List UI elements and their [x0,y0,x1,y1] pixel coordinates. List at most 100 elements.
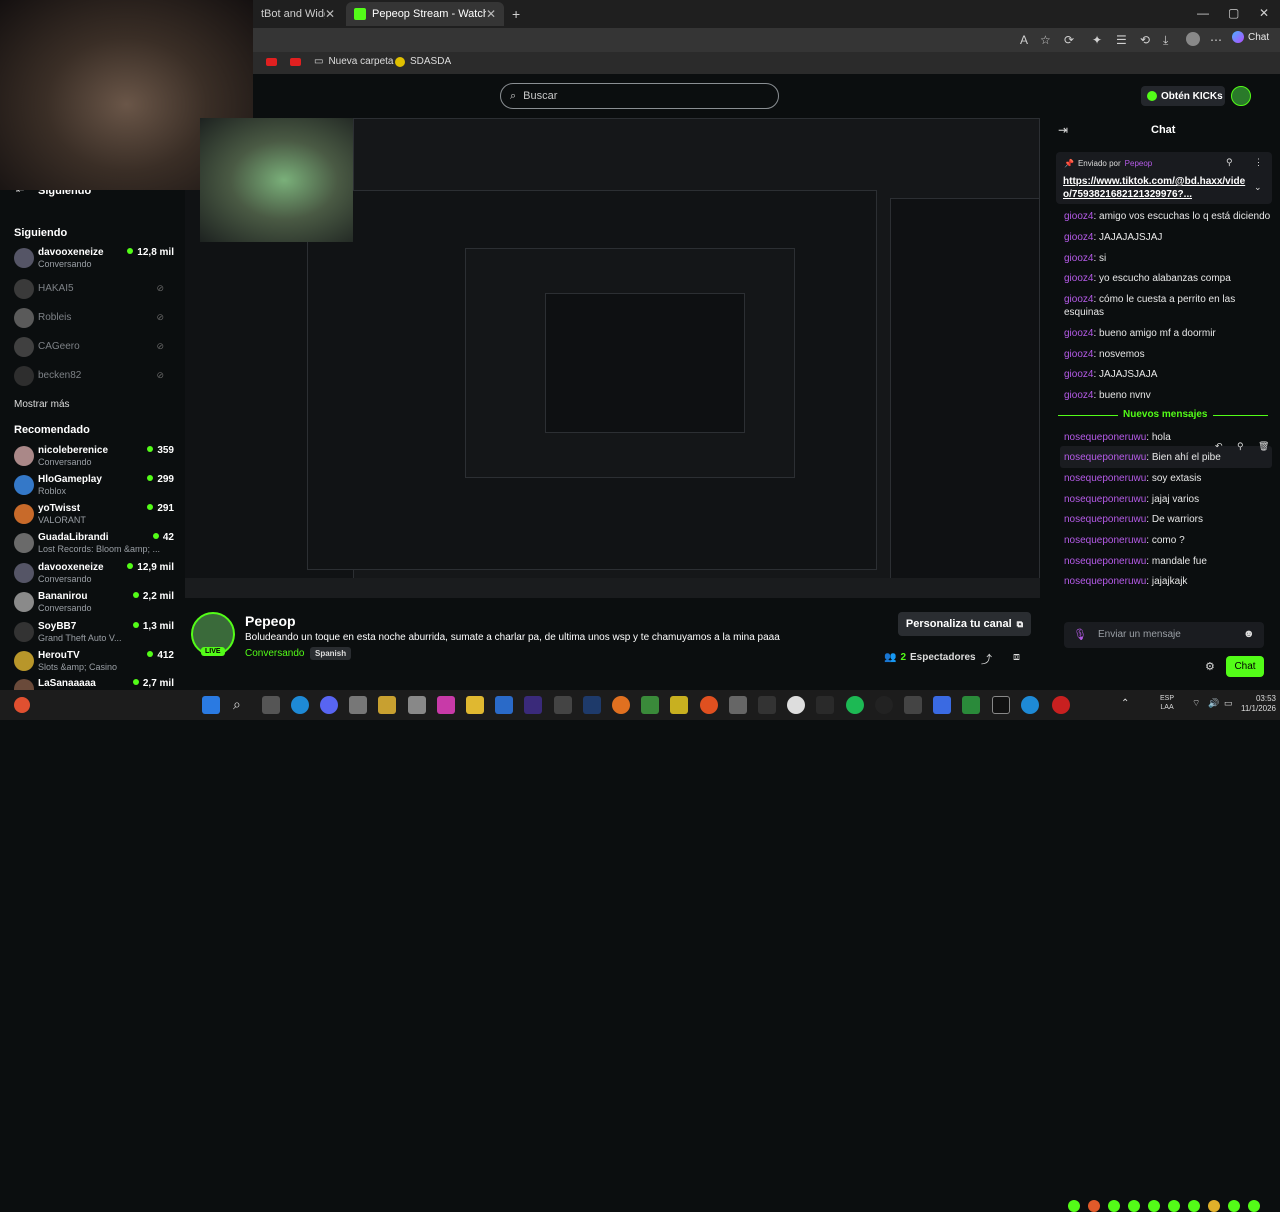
animate-icon[interactable] [524,696,542,714]
sidebar-channel-davooxeneize[interactable]: davooxeneize Conversando 12,8 mil [14,245,174,271]
app-icon[interactable] [1052,696,1070,714]
app-icon[interactable] [816,696,834,714]
spotify-icon[interactable] [846,696,864,714]
app-icon[interactable] [962,696,980,714]
file-explorer-icon[interactable] [466,696,484,714]
app-icon[interactable] [758,696,776,714]
share-icon[interactable]: ⤴ [981,651,992,667]
reply-icon[interactable]: ↶ [1215,441,1223,452]
send-chat-button[interactable]: Chat [1226,656,1264,677]
emote-icon[interactable] [1128,1200,1140,1212]
sidebar-channel-cageero[interactable]: CAGeero ⊘ [14,334,174,360]
app-icon[interactable] [700,696,718,714]
more-menu-icon[interactable]: ⋯ [1210,33,1222,47]
new-tab-icon[interactable]: + [512,6,520,22]
clock[interactable]: 03:53 11/1/2026 [1232,694,1276,714]
extension-icon[interactable]: ⟳ [1064,33,1074,47]
unreal-engine-icon[interactable] [875,696,893,714]
maximize-icon[interactable]: ▢ [1228,6,1239,20]
microphone-icon[interactable]: 🎙 [1073,628,1087,641]
sidebar-channel-davooxeneize-rec[interactable]: davooxeneize Conversando 12,9 mil [14,560,174,586]
translate-icon[interactable]: A [1020,33,1028,47]
blender-icon[interactable] [612,696,630,714]
obs-icon[interactable] [349,696,367,714]
app-icon[interactable] [670,696,688,714]
get-kicks-button[interactable]: Obtén KICKs [1141,86,1225,106]
app-icon[interactable] [787,696,805,714]
unpin-icon[interactable]: ⚲ [1226,157,1233,168]
chevron-down-icon[interactable]: ⌄ [1254,182,1262,193]
language-indicator[interactable]: ESP LAA [1160,694,1174,712]
sidebar-channel-guadalibrandi[interactable]: GuadaLibrandi Lost Records: Bloom &amp; … [14,530,174,556]
emote-icon[interactable] [1248,1200,1260,1212]
vscode-icon[interactable] [583,696,601,714]
star-icon[interactable]: ☆ [1040,33,1051,47]
bookmark-nueva-carpeta[interactable]: ▭ Nueva carpeta [314,56,394,67]
unreal-icon[interactable] [554,696,572,714]
app-icon[interactable] [933,696,951,714]
pinned-menu-icon[interactable]: ⋮ [1254,157,1263,168]
app-icon[interactable] [408,696,426,714]
youtube-icon[interactable] [290,58,301,66]
app-icon[interactable] [641,696,659,714]
streamer-name[interactable]: Pepeop [245,613,296,629]
pinned-link-line2[interactable]: o/7593821682121329976?... [1063,189,1192,200]
widget-icon[interactable] [14,697,30,713]
app-icon[interactable] [992,696,1010,714]
edge-icon[interactable] [291,696,309,714]
collapse-chat-icon[interactable]: ⇥ [1058,123,1068,137]
search-icon[interactable]: ⌕ [233,696,241,713]
sidebar-channel-bananirou[interactable]: Bananirou Conversando 2,2 mil [14,589,174,615]
history-icon[interactable]: ⟲ [1140,33,1150,47]
emote-icon[interactable] [1068,1200,1080,1212]
emote-icon[interactable] [1228,1200,1240,1212]
app-icon[interactable] [904,696,922,714]
pin-message-icon[interactable]: ⚲ [1237,441,1244,452]
bookmark-sdasda[interactable]: SDASDA [395,56,451,67]
sidebar-channel-heroutv[interactable]: HerouTV Slots &amp; Casino 412 [14,648,174,674]
user-avatar[interactable] [1231,86,1251,106]
customize-channel-button[interactable]: Personaliza tu canal ⧉ [898,612,1031,636]
language-tag[interactable]: Spanish [310,647,352,660]
sidebar-channel-hlogameplay[interactable]: HloGameplay Roblox 299 [14,472,174,498]
emoji-icon[interactable]: ☻ [1243,628,1255,640]
sidebar-channel-yotwisst[interactable]: yoTwisst VALORANT 291 [14,501,174,527]
windows-start-icon[interactable] [202,696,220,714]
delete-icon[interactable]: 🗑 [1258,441,1269,452]
stream-category[interactable]: Conversando [245,648,304,659]
copilot-chat-button[interactable]: Chat [1232,31,1269,43]
app-icon[interactable] [729,696,747,714]
settings-gear-icon[interactable]: ⚙ [1205,660,1215,673]
emote-icon[interactable] [1208,1200,1220,1212]
instagram-icon[interactable] [437,696,455,714]
sidebar-channel-robleis[interactable]: Robleis ⊘ [14,305,174,331]
volume-icon[interactable]: 🔊 [1208,698,1219,709]
sidebar-channel-soybb7[interactable]: SoyBB7 Grand Theft Auto V... 1,3 mil [14,619,174,645]
close-tab-icon[interactable]: ✕ [486,7,496,21]
task-view-icon[interactable] [262,696,280,714]
clip-icon[interactable]: ⧈ [1013,651,1020,664]
search-box[interactable]: ⌕ Buscar [500,83,779,109]
emote-icon[interactable] [1188,1200,1200,1212]
extensions-puzzle-icon[interactable]: ✦ [1092,33,1102,47]
profile-avatar[interactable] [1186,32,1200,46]
discord-icon[interactable] [320,696,338,714]
app-icon[interactable] [378,696,396,714]
tray-chevron-icon[interactable]: ⌃ [1121,698,1129,709]
wifi-icon[interactable]: ⌔ [1192,698,1200,709]
app-icon[interactable] [1021,696,1039,714]
tab-botrix[interactable]: tBot and Widgets for ✕ [253,2,343,26]
download-icon[interactable]: ⤓ [1163,33,1168,48]
close-window-icon[interactable]: ✕ [1259,6,1269,20]
sidebar-channel-nicoleberenice[interactable]: nicoleberenice Conversando 359 [14,443,174,469]
favorites-icon[interactable]: ☰ [1116,33,1127,47]
tab-pepeop-stream[interactable]: Pepeop Stream - Watch Live on K ✕ [346,2,504,26]
youtube-icon[interactable] [266,58,277,66]
sidebar-channel-hakai5[interactable]: HAKAI5 ⊘ [14,276,174,302]
emote-icon[interactable] [1088,1200,1100,1212]
app-icon[interactable] [495,696,513,714]
minimize-icon[interactable]: — [1197,6,1209,20]
close-tab-icon[interactable]: ✕ [325,7,335,21]
emote-icon[interactable] [1108,1200,1120,1212]
show-more-link[interactable]: Mostrar más [14,399,70,410]
